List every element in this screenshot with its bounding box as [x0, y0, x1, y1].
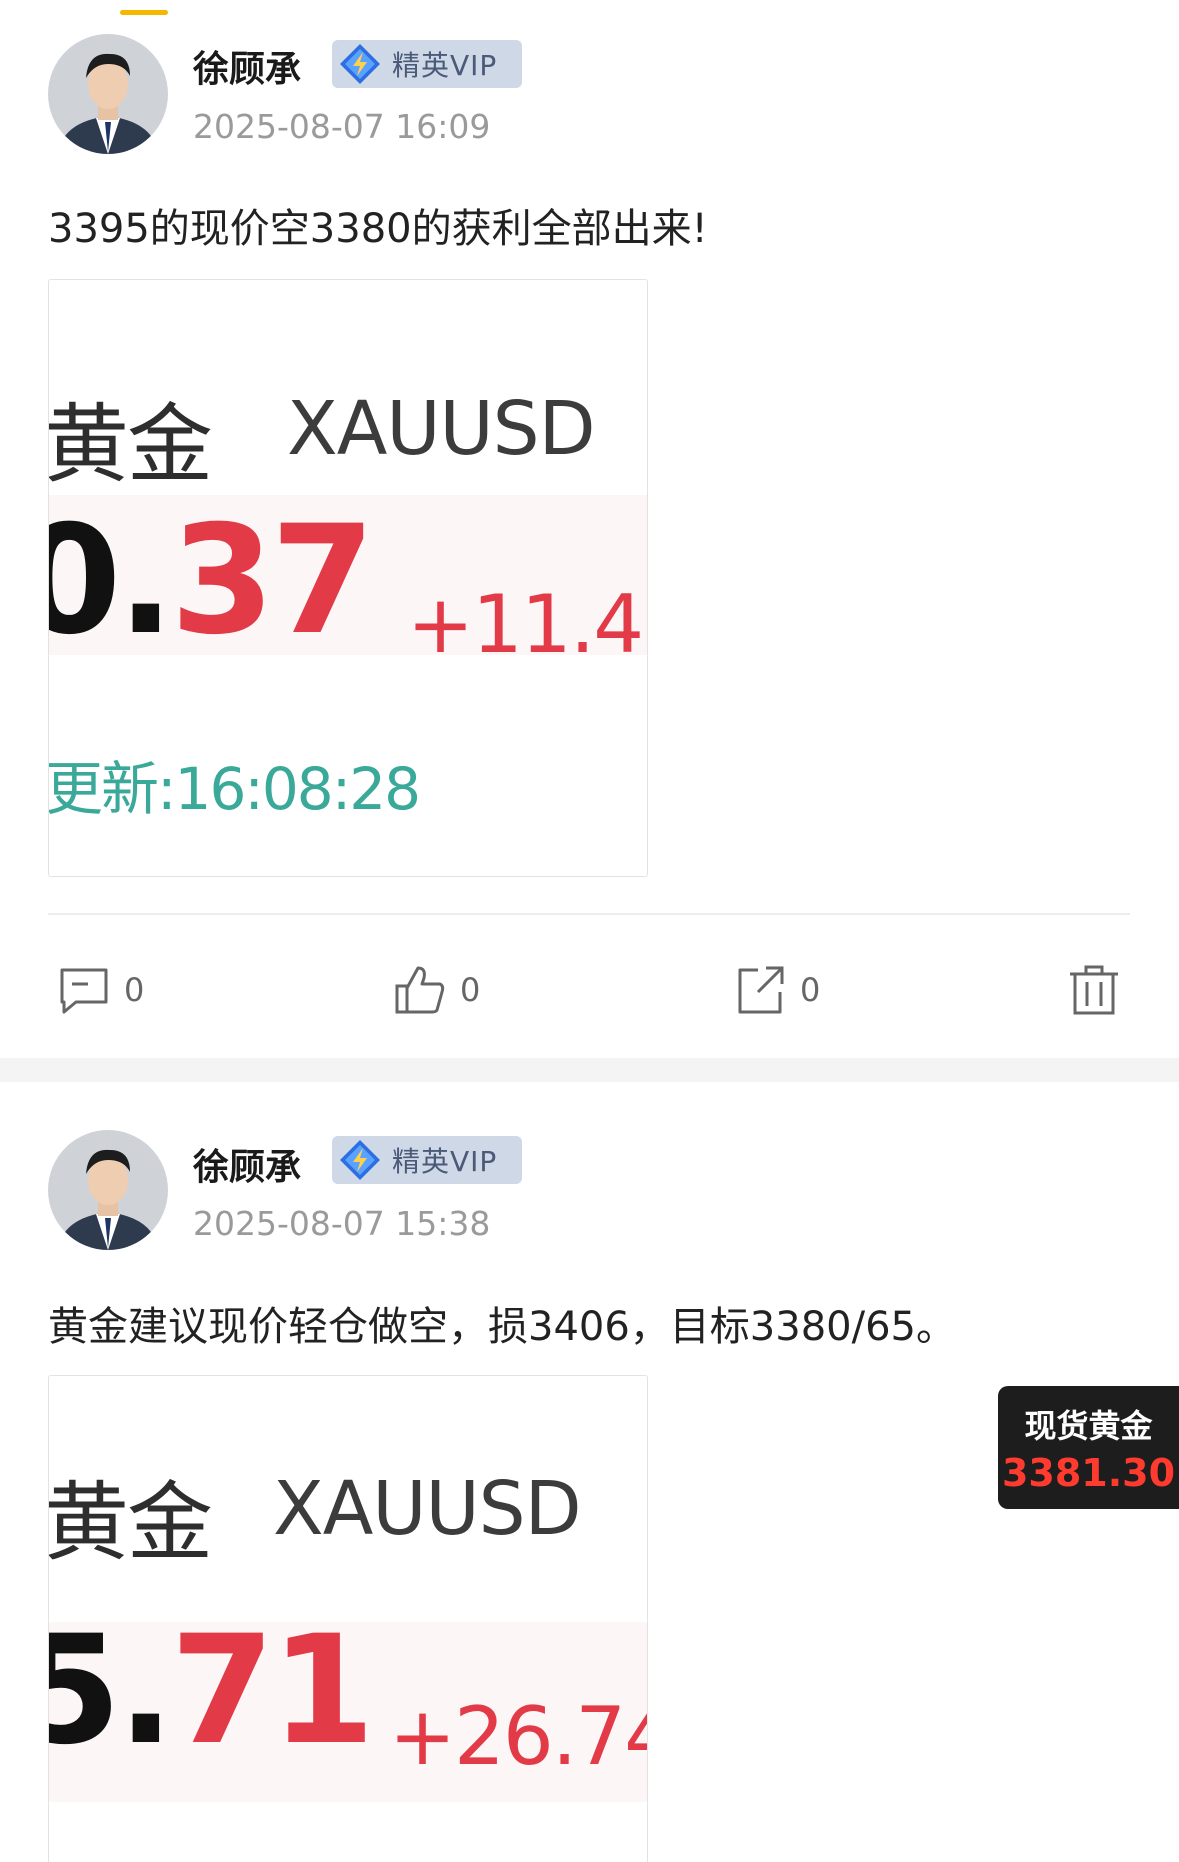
- comment-button[interactable]: 0: [56, 955, 144, 1025]
- post-card: 徐顾承 精英VIP 2025-08-07 16:09 3395的现价空3380的…: [0, 0, 1179, 1058]
- divider: [48, 913, 1130, 915]
- vip-badge-label: 精英VIP: [392, 1145, 498, 1178]
- post-timestamp: 2025-08-07 16:09: [193, 107, 491, 146]
- image-change: +11.40: [407, 578, 647, 671]
- delete-button[interactable]: [1066, 955, 1122, 1025]
- post-text: 黄金建议现价轻仓做空，损3406，目标3380/65。: [48, 1304, 956, 1350]
- image-price: 0.37: [49, 494, 375, 668]
- comment-icon: [60, 968, 108, 1014]
- delete-icon: [1070, 965, 1118, 1015]
- image-update-time: 更新:16:08:28: [48, 755, 421, 823]
- share-icon: [738, 966, 784, 1014]
- vip-lightning-icon: [340, 44, 380, 84]
- gold-price-widget[interactable]: 现货黄金 3381.30: [998, 1386, 1179, 1509]
- comment-count: 0: [124, 971, 145, 1009]
- image-price-dec: 71: [170, 1604, 375, 1778]
- image-title: 黄金: [48, 395, 213, 495]
- avatar[interactable]: [48, 1130, 168, 1250]
- post-text: 3395的现价空3380的获利全部出来!: [48, 206, 708, 252]
- image-price-int: 0.: [49, 494, 174, 668]
- action-bar: 0 0 0: [0, 955, 1179, 1025]
- section-separator: [0, 1058, 1179, 1082]
- author-name[interactable]: 徐顾承: [193, 40, 301, 92]
- image-price: 5.71: [49, 1604, 375, 1778]
- image-price-dec: 37: [170, 494, 375, 668]
- feed-page: 徐顾承 精英VIP 2025-08-07 16:09 3395的现价空3380的…: [0, 0, 1179, 1862]
- vip-badge-label: 精英VIP: [392, 49, 498, 82]
- like-button[interactable]: 0: [392, 955, 480, 1025]
- avatar[interactable]: [48, 34, 168, 154]
- share-button[interactable]: 0: [732, 955, 820, 1025]
- image-code: XAUUSD: [287, 386, 596, 472]
- image-title: 黄金: [48, 1473, 213, 1573]
- author-name[interactable]: 徐顾承: [193, 1138, 301, 1190]
- price-widget-label: 现货黄金: [1024, 1406, 1153, 1445]
- post-image[interactable]: 黄金 XAUUSD 0.37 +11.40 更新:16:08:28: [48, 279, 648, 877]
- post-image[interactable]: 黄金 XAUUSD 5.71 +26.74: [48, 1375, 648, 1862]
- vip-badge: 精英VIP: [332, 40, 522, 88]
- vip-badge: 精英VIP: [332, 1136, 522, 1184]
- image-code: XAUUSD: [273, 1466, 582, 1552]
- image-change: +26.74: [389, 1690, 648, 1783]
- price-widget-value: 3381.30: [1001, 1450, 1176, 1495]
- post-timestamp: 2025-08-07 15:38: [193, 1204, 491, 1243]
- like-icon: [395, 966, 445, 1014]
- image-price-int: 5.: [49, 1604, 174, 1778]
- share-count: 0: [800, 971, 821, 1009]
- like-count: 0: [460, 971, 481, 1009]
- vip-lightning-icon: [340, 1140, 380, 1180]
